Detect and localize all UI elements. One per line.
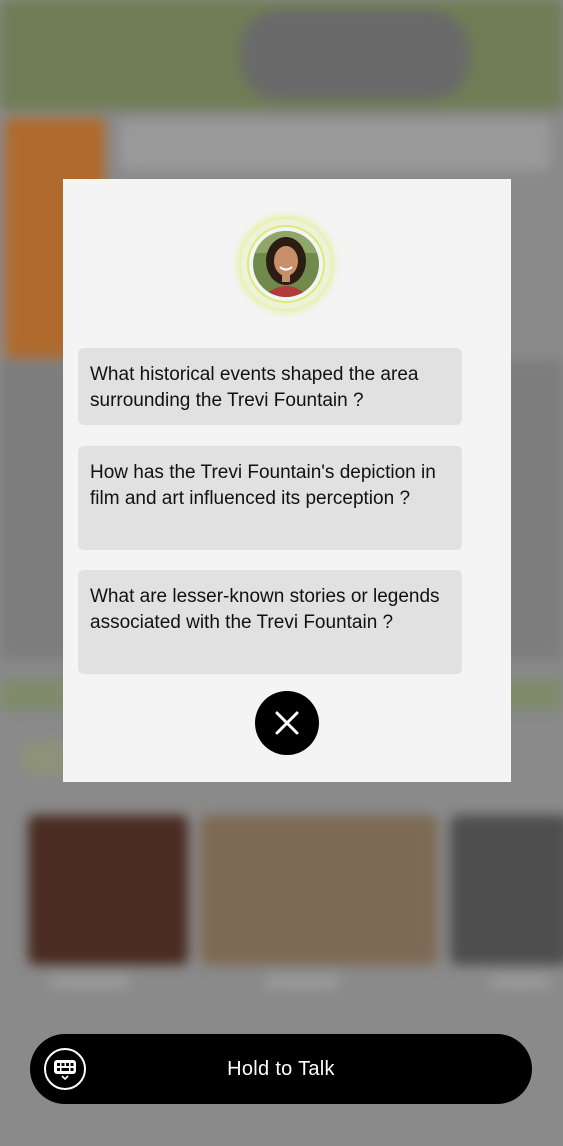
close-button[interactable] <box>255 691 319 755</box>
background-card <box>28 815 188 965</box>
background-label <box>265 975 340 989</box>
suggested-questions-modal: What historical events shaped the area s… <box>63 179 511 782</box>
hold-to-talk-label: Hold to Talk <box>227 1057 335 1080</box>
suggested-question[interactable]: What historical events shaped the area s… <box>78 348 462 425</box>
background-title <box>120 120 550 170</box>
avatar <box>253 231 319 297</box>
suggested-question[interactable]: What are lesser-known stories or legends… <box>78 570 462 674</box>
close-icon <box>275 711 299 735</box>
avatar-ring <box>241 219 331 309</box>
background-card <box>200 815 438 965</box>
background-card <box>450 815 563 965</box>
suggested-question[interactable]: How has the Trevi Fountain's depiction i… <box>78 446 462 550</box>
background-shape <box>240 10 470 100</box>
background-label <box>490 975 550 989</box>
background-label <box>50 975 130 989</box>
hold-to-talk-bar[interactable]: Hold to Talk <box>30 1034 532 1104</box>
avatar-frame <box>247 225 325 303</box>
